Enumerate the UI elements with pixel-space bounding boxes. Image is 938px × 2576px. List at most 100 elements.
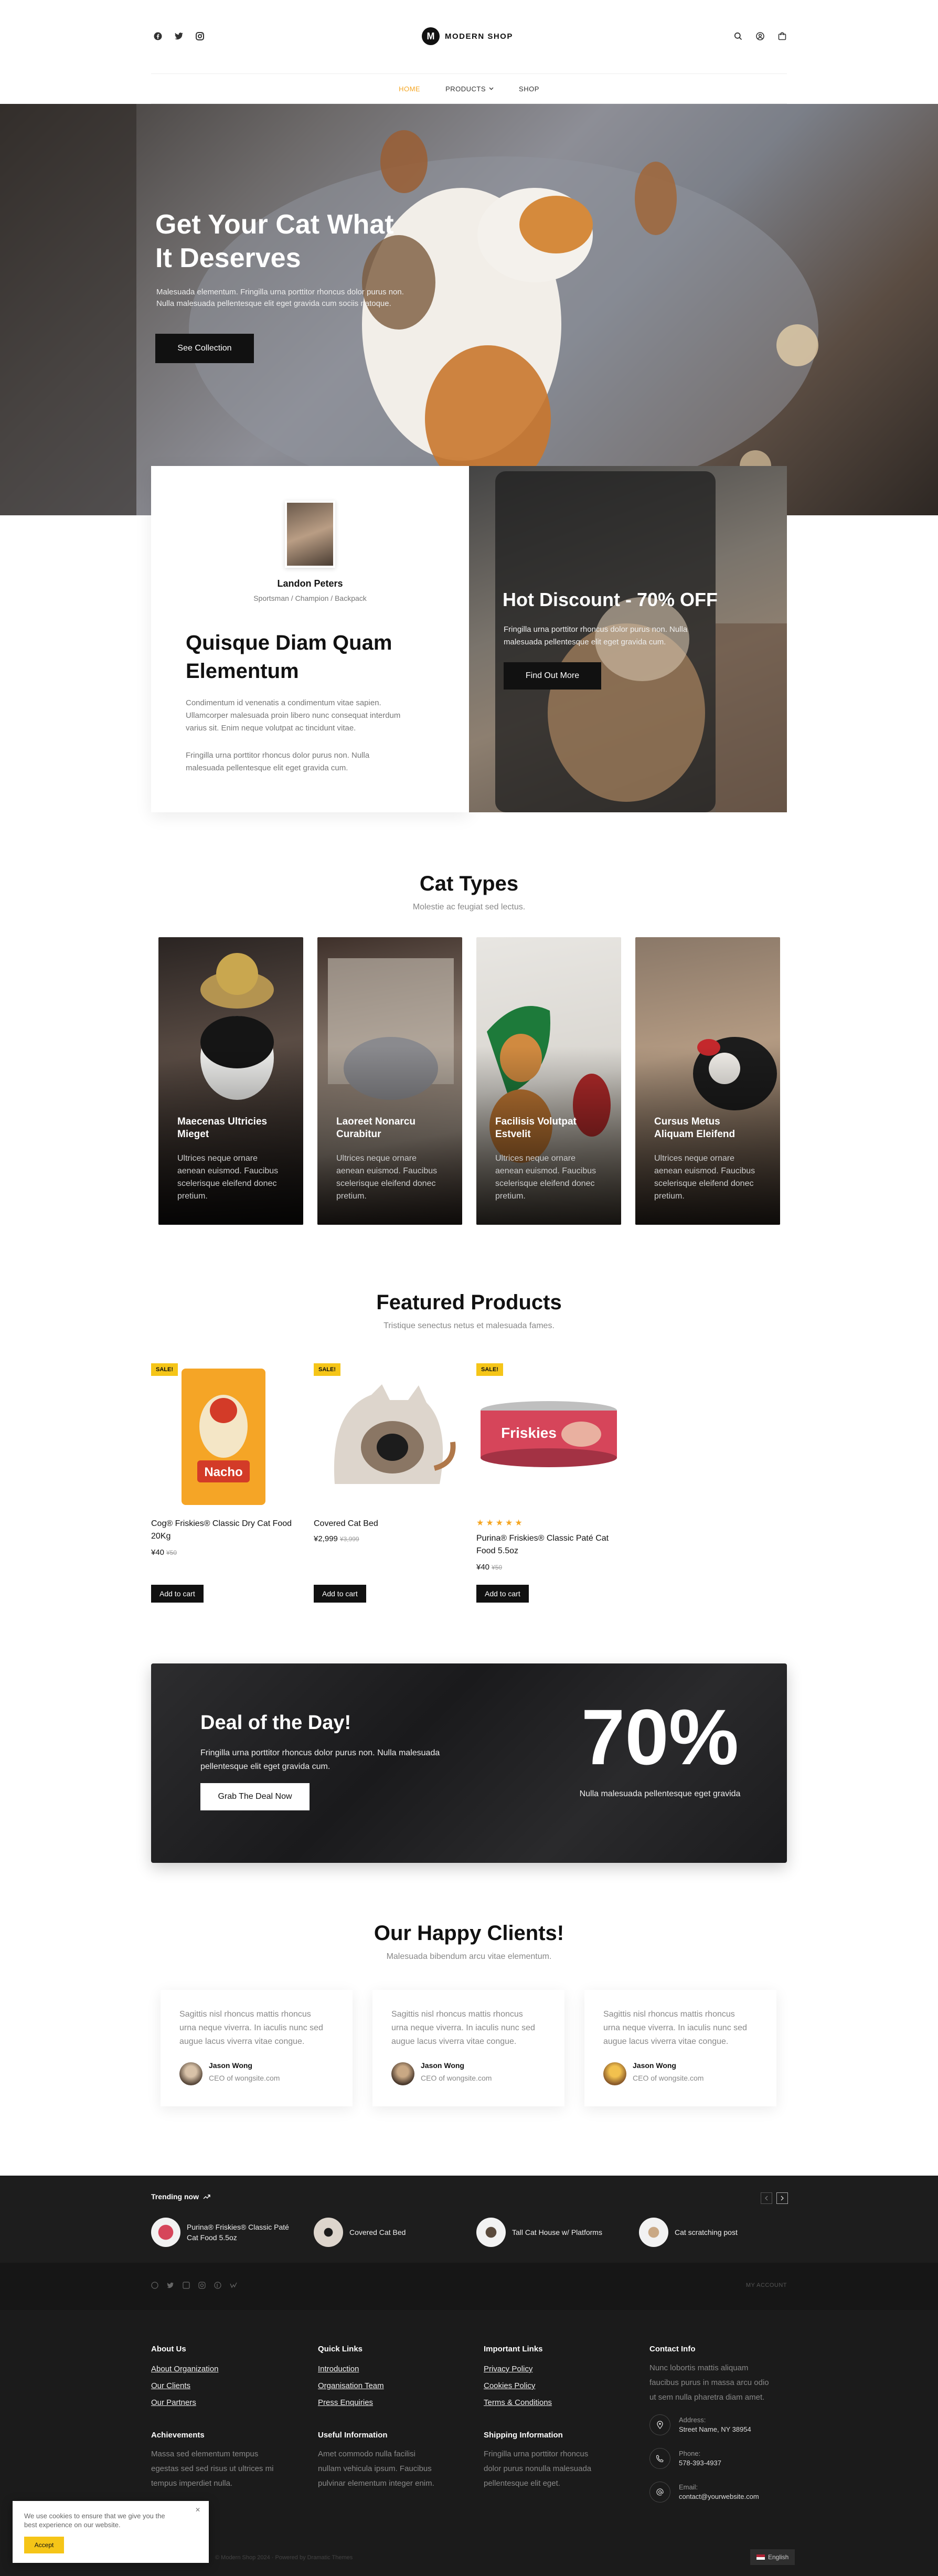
product-name[interactable]: Purina® Friskies® Classic Paté Cat Food 5…	[476, 1532, 609, 1557]
product-card[interactable]: Nacho SALE! Cog® Friskies® Classic Dry C…	[151, 1363, 296, 1610]
profile-heading-line2: Elementum	[186, 660, 299, 683]
nav-item-home[interactable]: HOME	[399, 85, 420, 93]
cart-icon[interactable]	[776, 30, 788, 42]
trending-item[interactable]: Purina® Friskies® Classic Paté Cat Food 5…	[151, 2218, 289, 2247]
header-utilities	[732, 30, 788, 42]
hero-text-line1: Malesuada elementum. Fringilla urna port…	[156, 288, 404, 296]
testimonial-card: Sagittis nisl rhoncus mattis rhoncus urna…	[584, 1990, 776, 2106]
testimonial-card: Sagittis nisl rhoncus mattis rhoncus urna…	[372, 1990, 564, 2106]
product-price: ¥2,999 ¥3,999	[314, 1534, 359, 1543]
footer-link[interactable]: Terms & Conditions	[484, 2394, 552, 2411]
close-icon[interactable]: ✕	[195, 2506, 200, 2514]
email-value[interactable]: contact@yourwebsite.com	[679, 2492, 759, 2501]
search-icon[interactable]	[732, 30, 744, 42]
footer-link[interactable]: Our Clients	[151, 2378, 218, 2394]
twitter-icon[interactable]	[167, 2282, 174, 2289]
product-image[interactable]: Friskies SALE!	[476, 1363, 621, 1505]
grab-the-deal-button[interactable]: Grab The Deal Now	[200, 1783, 310, 1810]
footer-heading: Achievements	[151, 2431, 205, 2440]
linkedin-icon[interactable]	[183, 2282, 190, 2289]
see-collection-button[interactable]: See Collection	[155, 334, 254, 363]
deal-title: Deal of the Day!	[200, 1712, 351, 1734]
cat-card-desc: Ultrices neque ornare aenean euismod. Fa…	[336, 1154, 438, 1201]
footer-link[interactable]: About Organization	[151, 2361, 218, 2378]
brand-mark: M	[422, 27, 440, 45]
find-out-more-button[interactable]: Find Out More	[504, 662, 601, 690]
cat-type-card[interactable]: Facilisis Volutpat Estvelit Ultrices nequ…	[476, 937, 621, 1225]
product-name[interactable]: Cog® Friskies® Classic Dry Cat Food 20Kg	[151, 1518, 292, 1543]
footer-link[interactable]: Cookies Policy	[484, 2378, 552, 2394]
phone-value[interactable]: 578-393-4937	[679, 2458, 721, 2468]
profile-para2-line1: Fringilla urna porttitor rhoncus dolor p…	[186, 751, 370, 760]
footer-text-line3: pulvinar elementum integer enim.	[318, 2479, 434, 2488]
product-card[interactable]: SALE! Covered Cat Bed ¥2,999 ¥3,999 Add t…	[314, 1363, 459, 1610]
footer-link[interactable]: Press Enquiries	[318, 2394, 384, 2411]
promo-text: Fringilla urna porttitor rhoncus dolor p…	[504, 623, 687, 649]
footer-link[interactable]: Organisation Team	[318, 2378, 384, 2394]
product-image[interactable]: SALE!	[314, 1363, 459, 1505]
instagram-icon[interactable]	[198, 2282, 206, 2289]
my-account-link[interactable]: MY ACCOUNT	[734, 2282, 787, 2288]
instagram-icon[interactable]	[194, 30, 206, 42]
header-social-links	[152, 30, 206, 42]
cat-card-desc: Ultrices neque ornare aenean euismod. Fa…	[495, 1154, 596, 1201]
account-icon[interactable]	[754, 30, 766, 42]
nav-item-shop[interactable]: SHOP	[519, 85, 539, 93]
trending-item[interactable]: Covered Cat Bed	[314, 2218, 406, 2247]
trending-thumb	[314, 2218, 343, 2247]
footer-col-achievements: Achievements Massa sed elementum tempus …	[151, 2431, 298, 2491]
trending-item[interactable]: Tall Cat House w/ Platforms	[476, 2218, 602, 2247]
cat-type-card[interactable]: Cursus Metus Aliquam Eleifend Ultrices ne…	[635, 937, 780, 1225]
pinterest-icon[interactable]	[214, 2282, 221, 2289]
footer-link[interactable]: Our Partners	[151, 2394, 218, 2411]
facebook-icon[interactable]	[151, 2282, 158, 2289]
cat-card-title-line2: Mieget	[177, 1129, 209, 1140]
footer-heading: About Us	[151, 2345, 186, 2354]
footer-link[interactable]: Introduction	[318, 2361, 384, 2378]
promo-title: Hot Discount - 70% OFF	[503, 589, 718, 610]
client-name: Jason Wong	[209, 2061, 252, 2070]
star-icon: ★	[495, 1519, 504, 1528]
next-arrow-icon[interactable]	[776, 2192, 788, 2204]
product-image[interactable]: Nacho SALE!	[151, 1363, 296, 1505]
can-brand-text: Friskies	[501, 1425, 557, 1441]
avatar	[179, 2062, 202, 2085]
quote-line2: urna neque viverra. In iaculis nunc sed	[603, 2023, 747, 2032]
footer-col-contact: Contact Info Nunc lobortis mattis aliqua…	[649, 2345, 787, 2503]
footer-col-quick: Quick Links Introduction Organisation Te…	[318, 2345, 384, 2411]
hero-title-line1: Get Your Cat What	[155, 209, 394, 240]
cookie-text-line2: best experience on our website.	[24, 2521, 121, 2529]
footer-link[interactable]: Privacy Policy	[484, 2361, 552, 2378]
trending-bar: Trending now Purina® Friskies® Classic P…	[0, 2176, 938, 2263]
cat-card-title: Maecenas Ultricies Mieget	[177, 1116, 287, 1141]
product-name-line1: Purina® Friskies® Classic Paté Cat	[476, 1534, 609, 1543]
cat-type-card[interactable]: Laoreet Nonarcu Curabitur Ultrices neque …	[317, 937, 462, 1225]
product-name[interactable]: Covered Cat Bed	[314, 1518, 378, 1530]
facebook-icon[interactable]	[152, 30, 164, 42]
trending-item[interactable]: Cat scratching post	[639, 2218, 738, 2247]
accept-cookies-button[interactable]: Accept	[24, 2537, 64, 2553]
product-price: ¥40 ¥50	[151, 1548, 177, 1557]
quote-line2: urna neque viverra. In iaculis nunc sed	[391, 2023, 535, 2032]
language-switcher[interactable]: English	[750, 2549, 795, 2565]
twitter-icon[interactable]	[173, 30, 185, 42]
deal-caption: Nulla malesuada pellentesque eget gravid…	[579, 1789, 741, 1798]
cookie-text: We use cookies to ensure that we give yo…	[24, 2511, 165, 2529]
nav-item-products[interactable]: PRODUCTS	[445, 85, 494, 93]
footer-col-useful: Useful Information Amet commodo nulla fa…	[318, 2431, 465, 2491]
cat-type-card[interactable]: Maecenas Ultricies Mieget Ultrices neque …	[158, 937, 303, 1225]
price-old: ¥50	[492, 1564, 503, 1571]
product-name-line1: Cog® Friskies® Classic Dry Cat Food	[151, 1519, 292, 1528]
prev-arrow-icon[interactable]	[761, 2192, 772, 2204]
footer-text-line1: Amet commodo nulla facilisi	[318, 2450, 415, 2458]
add-to-cart-button[interactable]: Add to cart	[151, 1585, 204, 1603]
brand-logo[interactable]: M MODERN SHOP	[422, 27, 513, 45]
add-to-cart-button[interactable]: Add to cart	[476, 1585, 529, 1603]
price-current: ¥40	[151, 1548, 165, 1557]
vimeo-icon[interactable]	[230, 2282, 237, 2289]
star-icon: ★	[515, 1519, 523, 1528]
add-to-cart-button[interactable]: Add to cart	[314, 1585, 366, 1603]
cat-card-desc: Ultrices neque ornare aenean euismod. Fa…	[654, 1154, 755, 1201]
cat-card-title: Cursus Metus Aliquam Eleifend	[654, 1116, 764, 1141]
product-card[interactable]: Friskies SALE! ★ ★ ★ ★ ★ Purina® Friskie…	[476, 1363, 621, 1610]
